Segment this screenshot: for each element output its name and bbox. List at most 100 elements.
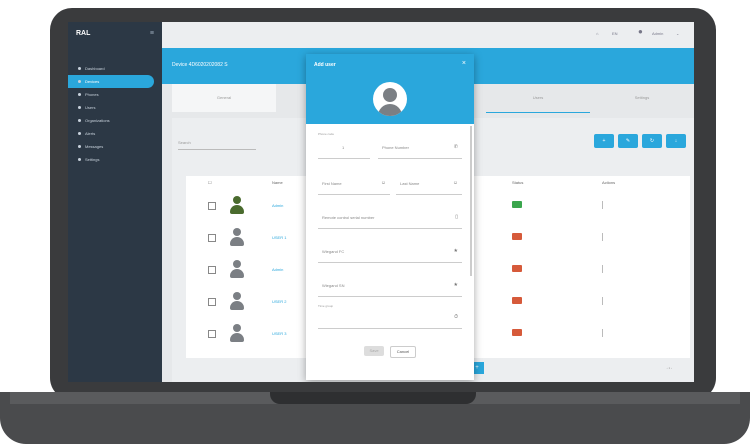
search-input[interactable]: Search — [178, 140, 256, 150]
status-badge — [512, 297, 522, 304]
phone-icon: ✆ — [453, 144, 458, 150]
sidebar-item-devices[interactable]: Devices — [68, 75, 154, 88]
user-name-link[interactable]: USER 3 — [272, 331, 286, 336]
star-icon: ★ — [453, 282, 458, 288]
add-user-button[interactable]: + — [594, 134, 614, 148]
avatar — [230, 292, 244, 312]
cancel-button[interactable]: Cancel — [390, 346, 416, 358]
user-avatar-icon[interactable]: ● — [638, 27, 643, 36]
avatar — [230, 260, 244, 280]
sidebar-item-label: Dashboard — [85, 66, 105, 71]
sidebar-item-phones[interactable]: Phones — [68, 88, 162, 101]
star-icon: ★ — [453, 248, 458, 254]
row-checkbox[interactable] — [208, 298, 216, 306]
phone-code-value: 1 — [342, 145, 345, 150]
sidebar-item-label: Devices — [85, 79, 100, 84]
wiegand-fc-field[interactable]: Wiegand FC ★ — [318, 242, 462, 263]
sidebar-item-users[interactable]: Users — [68, 101, 162, 114]
user-avatar-placeholder[interactable] — [373, 82, 407, 116]
table-header-name: Name — [272, 180, 283, 185]
user-name-link[interactable]: USER 2 — [272, 299, 286, 304]
row-actions[interactable] — [602, 233, 603, 241]
message-icon — [78, 145, 81, 149]
wiegand-fc-placeholder: Wiegand FC — [322, 249, 345, 254]
user-name-link[interactable]: Admin — [272, 267, 283, 272]
row-checkbox[interactable] — [208, 234, 216, 242]
sidebar-item-settings[interactable]: Settings — [68, 153, 162, 166]
sidebar-item-dashboard[interactable]: Dashboard — [68, 62, 162, 75]
select-all-checkbox[interactable]: ☐ — [208, 176, 212, 190]
tab-settings[interactable]: Settings — [590, 84, 694, 112]
row-checkbox[interactable] — [208, 330, 216, 338]
row-actions[interactable] — [602, 329, 603, 337]
sidebar-item-alerts[interactable]: Alerts — [68, 127, 162, 140]
hamburger-icon[interactable]: ≡ — [150, 30, 154, 37]
language-selector[interactable]: EN — [612, 31, 618, 36]
person-icon: ☺ — [452, 180, 458, 186]
sidebar-nav: Dashboard Devices Phones Users Organizat… — [68, 62, 162, 166]
row-actions[interactable] — [602, 201, 603, 209]
tab-users[interactable]: Users — [486, 84, 590, 113]
remote-control-field[interactable]: Remote control serial number ▯ — [318, 208, 462, 229]
sidebar-item-label: Alerts — [85, 131, 96, 136]
pagination[interactable]: ‹ 1 › — [667, 366, 672, 370]
users-icon — [78, 106, 81, 110]
user-name-link[interactable]: USER 1 — [272, 235, 286, 240]
sidebar-item-messages[interactable]: Messages — [68, 140, 162, 153]
chevron-down-icon[interactable]: ⌄ — [676, 31, 679, 36]
sidebar-item-label: Phones — [85, 92, 99, 97]
add-user-modal: Add user × Phone code 1 Phone Number ✆ Fi… — [306, 54, 474, 380]
last-name-field[interactable]: Last Name ☺ — [396, 174, 462, 195]
refresh-button[interactable]: ↻ — [642, 134, 662, 148]
close-icon[interactable]: × — [462, 60, 466, 67]
sidebar-item-label: Settings — [85, 157, 100, 162]
wiegand-sn-placeholder: Wiegand SN — [322, 283, 345, 288]
avatar — [230, 324, 244, 344]
phone-icon — [78, 93, 81, 97]
table-header-status: Status — [512, 180, 524, 185]
device-title: Device 4D6020202082 S — [172, 62, 228, 68]
tab-general[interactable]: General — [172, 84, 276, 112]
alert-icon — [78, 132, 81, 136]
sidebar: RAL ≡ Dashboard Devices Phones Users Org… — [68, 22, 162, 382]
remote-icon: ▯ — [455, 214, 458, 220]
last-name-placeholder: Last Name — [400, 181, 420, 186]
person-icon: ☺ — [380, 180, 386, 186]
sidebar-item-organizations[interactable]: Organizations — [68, 114, 162, 127]
phone-code-field[interactable]: 1 — [318, 138, 370, 159]
sidebar-item-label: Messages — [85, 144, 104, 149]
wiegand-sn-field[interactable]: Wiegand SN ★ — [318, 276, 462, 297]
download-button[interactable]: ↓ — [666, 134, 686, 148]
row-actions[interactable] — [602, 265, 603, 273]
user-menu[interactable]: Admin — [652, 31, 663, 36]
modal-header: Add user × — [306, 54, 474, 124]
modal-scrollbar[interactable] — [470, 126, 472, 276]
save-button[interactable]: Save — [364, 346, 384, 356]
edit-button[interactable]: ✎ — [618, 134, 638, 148]
status-badge — [512, 201, 522, 208]
time-group-select[interactable]: ⏱ — [318, 308, 462, 329]
home-icon[interactable]: ⌂ — [596, 31, 598, 36]
row-checkbox[interactable] — [208, 266, 216, 274]
top-bar: ⌂ EN ● Admin ⌄ — [162, 22, 694, 49]
phone-number-field[interactable]: Phone Number ✆ — [378, 138, 462, 159]
modal-title: Add user — [314, 62, 336, 68]
avatar — [230, 228, 244, 248]
organization-icon — [78, 119, 81, 123]
first-name-field[interactable]: First Name ☺ — [318, 174, 390, 195]
avatar — [230, 196, 244, 216]
row-checkbox[interactable] — [208, 202, 216, 210]
status-badge — [512, 265, 522, 272]
user-name-link[interactable]: Admin — [272, 203, 283, 208]
devices-icon — [78, 80, 81, 84]
remote-control-placeholder: Remote control serial number — [322, 215, 375, 220]
clock-icon: ⏱ — [454, 314, 458, 320]
first-name-placeholder: First Name — [322, 181, 342, 186]
table-header-actions: Actions — [602, 180, 616, 185]
sidebar-item-label: Users — [85, 105, 96, 110]
status-badge — [512, 233, 522, 240]
laptop-screen: RAL ≡ Dashboard Devices Phones Users Org… — [68, 22, 694, 382]
row-actions[interactable] — [602, 297, 603, 305]
settings-icon — [78, 158, 81, 162]
phone-number-placeholder: Phone Number — [382, 145, 409, 150]
